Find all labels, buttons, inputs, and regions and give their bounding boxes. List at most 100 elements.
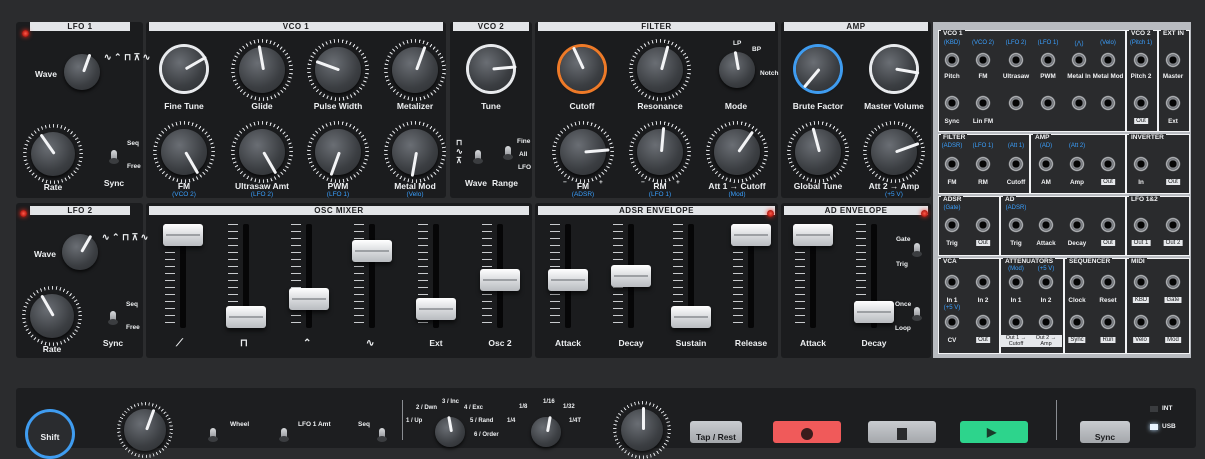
filter-mode-knob[interactable] (713, 46, 761, 94)
patch-amp-out-jack[interactable] (1100, 156, 1116, 172)
patch-amp-jack-1[interactable] (1069, 156, 1085, 172)
filter-resonance-knob[interactable] (629, 39, 691, 101)
patch-vco1-row2-jack-5[interactable] (1100, 95, 1116, 111)
patch-filter-jack-2[interactable] (1008, 156, 1024, 172)
lfo1-rate-knob[interactable] (23, 124, 83, 184)
adsr-fader-1[interactable] (548, 269, 588, 292)
lfo2-led (20, 210, 27, 217)
patch-vco1-row2-jack-1[interactable] (975, 95, 991, 111)
vco1-fine-tune-knob[interactable] (154, 39, 214, 99)
patch-vca-in-jack-1[interactable] (975, 274, 991, 290)
ad-fader-1[interactable] (793, 224, 833, 246)
patch-atten-out-jack-1[interactable] (1038, 314, 1054, 330)
patch-atten-in-jack-1[interactable] (1038, 274, 1054, 290)
patch-inverter-out-jack[interactable] (1165, 156, 1181, 172)
amp-master-volume-knob[interactable] (864, 39, 924, 99)
patch-seq-in-jack-0[interactable] (1069, 274, 1085, 290)
vco1-ultrasaw-knob[interactable] (231, 121, 293, 183)
adsr-fader-2[interactable] (611, 265, 651, 287)
seq-division-knob[interactable] (526, 412, 566, 452)
patch-vca-cv-jack[interactable] (944, 314, 960, 330)
patch-ext-jack[interactable] (1165, 95, 1181, 111)
patch-atten-in-jack-0[interactable] (1008, 274, 1024, 290)
mixer-fader-1[interactable] (163, 224, 203, 246)
patch-vco1-jack-2[interactable] (1008, 52, 1024, 68)
patch-vco1-row2-jack-0[interactable] (944, 95, 960, 111)
patch-lfo-out-jack-1[interactable] (1165, 217, 1181, 233)
patch-vco1-jack-4[interactable] (1071, 52, 1087, 68)
ad-led (921, 210, 928, 217)
mixer-fader-5[interactable] (416, 297, 456, 320)
patch-seq-in-jack-1[interactable] (1100, 274, 1116, 290)
patch-vca-out-jack[interactable] (975, 314, 991, 330)
patch-midi-jack-3[interactable] (1165, 314, 1181, 330)
vco2-tune-knob[interactable] (461, 39, 521, 99)
patch-vca-in-jack-0[interactable] (944, 274, 960, 290)
lfo1-sync-toggle[interactable] (109, 150, 119, 164)
patch-ad-jack-0[interactable] (1008, 217, 1024, 233)
patch-lfo-out-label-1: Out 2 (1163, 240, 1183, 246)
vco1-pwm-knob[interactable] (307, 121, 369, 183)
wheel-toggle[interactable] (208, 428, 218, 442)
mixer-fader-4[interactable] (352, 240, 392, 263)
patch-adsr-trig-jack[interactable] (944, 217, 960, 233)
patch-master-jack[interactable] (1165, 52, 1181, 68)
patch-atten-out-jack-0[interactable] (1008, 314, 1024, 330)
patch-vco2-out-jack[interactable] (1133, 95, 1149, 111)
patch-ad-out-jack[interactable] (1100, 217, 1116, 233)
lfo1-free-label: Free (127, 163, 141, 170)
vco2-wave-toggle[interactable] (473, 150, 483, 164)
vco1-fm-knob[interactable] (153, 121, 215, 183)
filter-cutoff-knob[interactable] (552, 39, 612, 99)
filter-fm-knob[interactable] (552, 121, 614, 183)
adsr-fader-3[interactable] (671, 306, 711, 328)
filter-rm-knob[interactable] (629, 121, 691, 183)
patch-lfo-out-jack-0[interactable] (1133, 217, 1149, 233)
patch-vco1-jack-0[interactable] (944, 52, 960, 68)
lfo1-amt-toggle[interactable] (279, 428, 289, 442)
patch-vco2-pitch-jack[interactable] (1133, 52, 1149, 68)
vco1-metal-mod-knob[interactable] (384, 121, 446, 183)
amp-att2-knob[interactable] (863, 121, 925, 183)
patch-filter-jack-1[interactable] (975, 156, 991, 172)
vco2-range-toggle[interactable] (503, 146, 513, 160)
ad-fader-2[interactable] (854, 301, 894, 324)
patch-seq-out-jack-1[interactable] (1100, 314, 1116, 330)
mixer-fader-2[interactable] (226, 306, 266, 328)
mixer-fader-6[interactable] (480, 269, 520, 292)
patch-adsr-out-jack[interactable] (975, 217, 991, 233)
vco1-pulse-width-knob[interactable] (307, 39, 369, 101)
patch-amp-jack-0[interactable] (1038, 156, 1054, 172)
adsr-fader-4[interactable] (731, 224, 771, 246)
patch-vco1-jack-1[interactable] (975, 52, 991, 68)
vco1-metalizer-knob[interactable] (384, 39, 446, 101)
patch-midi-jack-0[interactable] (1133, 274, 1149, 290)
lfo2-wave-knob[interactable] (56, 228, 104, 276)
patch-vco1-jack-3[interactable] (1040, 52, 1056, 68)
lfo2-sync-toggle[interactable] (108, 311, 118, 325)
patch-ad-jack-1[interactable] (1038, 217, 1054, 233)
ad-gate-trig-toggle[interactable] (912, 243, 922, 257)
lfo1-wave-knob[interactable] (58, 48, 106, 96)
patch-vco1-row2-jack-2[interactable] (1008, 95, 1024, 111)
vco1-glide-knob[interactable] (231, 39, 293, 101)
patch-filter-jack-0[interactable] (944, 156, 960, 172)
seq-mode-knob[interactable] (430, 412, 470, 452)
patch-vco1-jack-5[interactable] (1100, 52, 1116, 68)
patch-midi-jack-2[interactable] (1133, 314, 1149, 330)
filter-att1-knob[interactable] (706, 121, 768, 183)
patch-seq-out-jack-0[interactable] (1069, 314, 1085, 330)
seq-toggle[interactable] (377, 428, 387, 442)
patch-inverter-in-jack[interactable] (1133, 156, 1149, 172)
patch-vco1-row2-jack-4[interactable] (1071, 95, 1087, 111)
amp-brute-factor-knob[interactable] (788, 39, 848, 99)
patch-midi-jack-1[interactable] (1165, 274, 1181, 290)
tempo-knob[interactable] (613, 401, 671, 459)
ad-once-loop-toggle[interactable] (912, 307, 922, 321)
bottom-rate-knob[interactable] (117, 402, 173, 458)
mixer-fader-3[interactable] (289, 287, 329, 310)
lfo2-rate-knob[interactable] (22, 286, 82, 346)
amp-global-tune-knob[interactable] (787, 121, 849, 183)
patch-vco1-row2-jack-3[interactable] (1040, 95, 1056, 111)
patch-ad-jack-2[interactable] (1069, 217, 1085, 233)
